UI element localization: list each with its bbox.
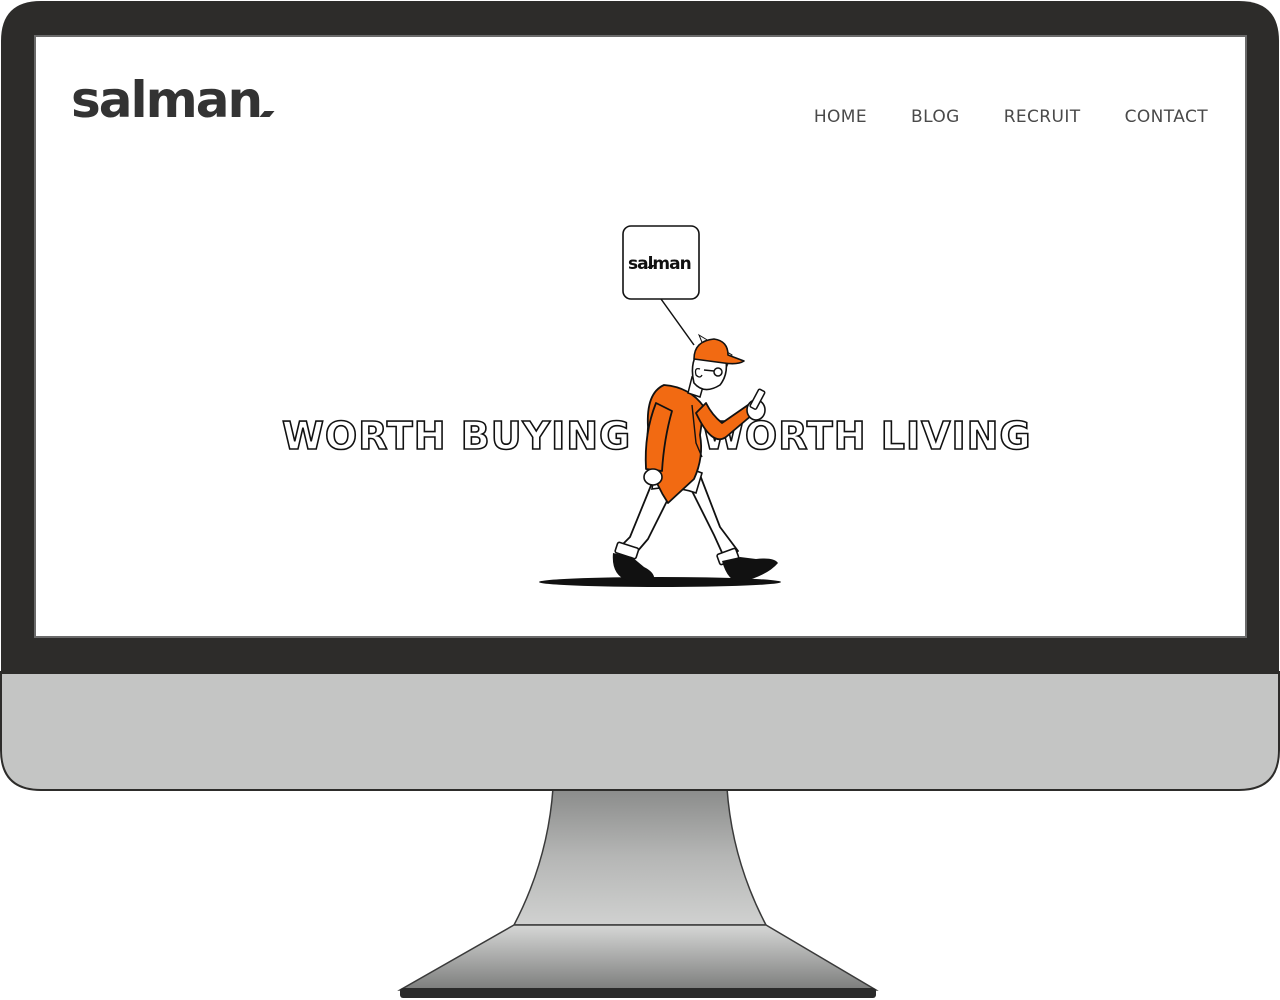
website-screen: salman HOME BLOG RECRUIT CONTACT WORTH B… — [36, 37, 1245, 636]
sign-logo-text: salman — [628, 254, 691, 274]
monitor-base — [397, 924, 879, 991]
nav-contact[interactable]: CONTACT — [1125, 107, 1208, 127]
desktop-mockup: salman HOME BLOG RECRUIT CONTACT WORTH B… — [0, 0, 1280, 1000]
nav-recruit[interactable]: RECRUIT — [1004, 107, 1081, 127]
site-logo[interactable]: salman — [71, 75, 275, 125]
logo-text: salman — [71, 71, 263, 129]
main-navigation: HOME BLOG RECRUIT CONTACT — [814, 107, 1208, 127]
logo-mark — [259, 111, 275, 117]
front-arm — [695, 402, 753, 441]
cap — [693, 338, 745, 365]
nav-blog[interactable]: BLOG — [911, 107, 960, 127]
monitor-chin — [0, 671, 1280, 791]
nav-home[interactable]: HOME — [814, 107, 867, 127]
walking-man-illustration: salman — [539, 225, 781, 587]
monitor-stand — [512, 787, 768, 926]
